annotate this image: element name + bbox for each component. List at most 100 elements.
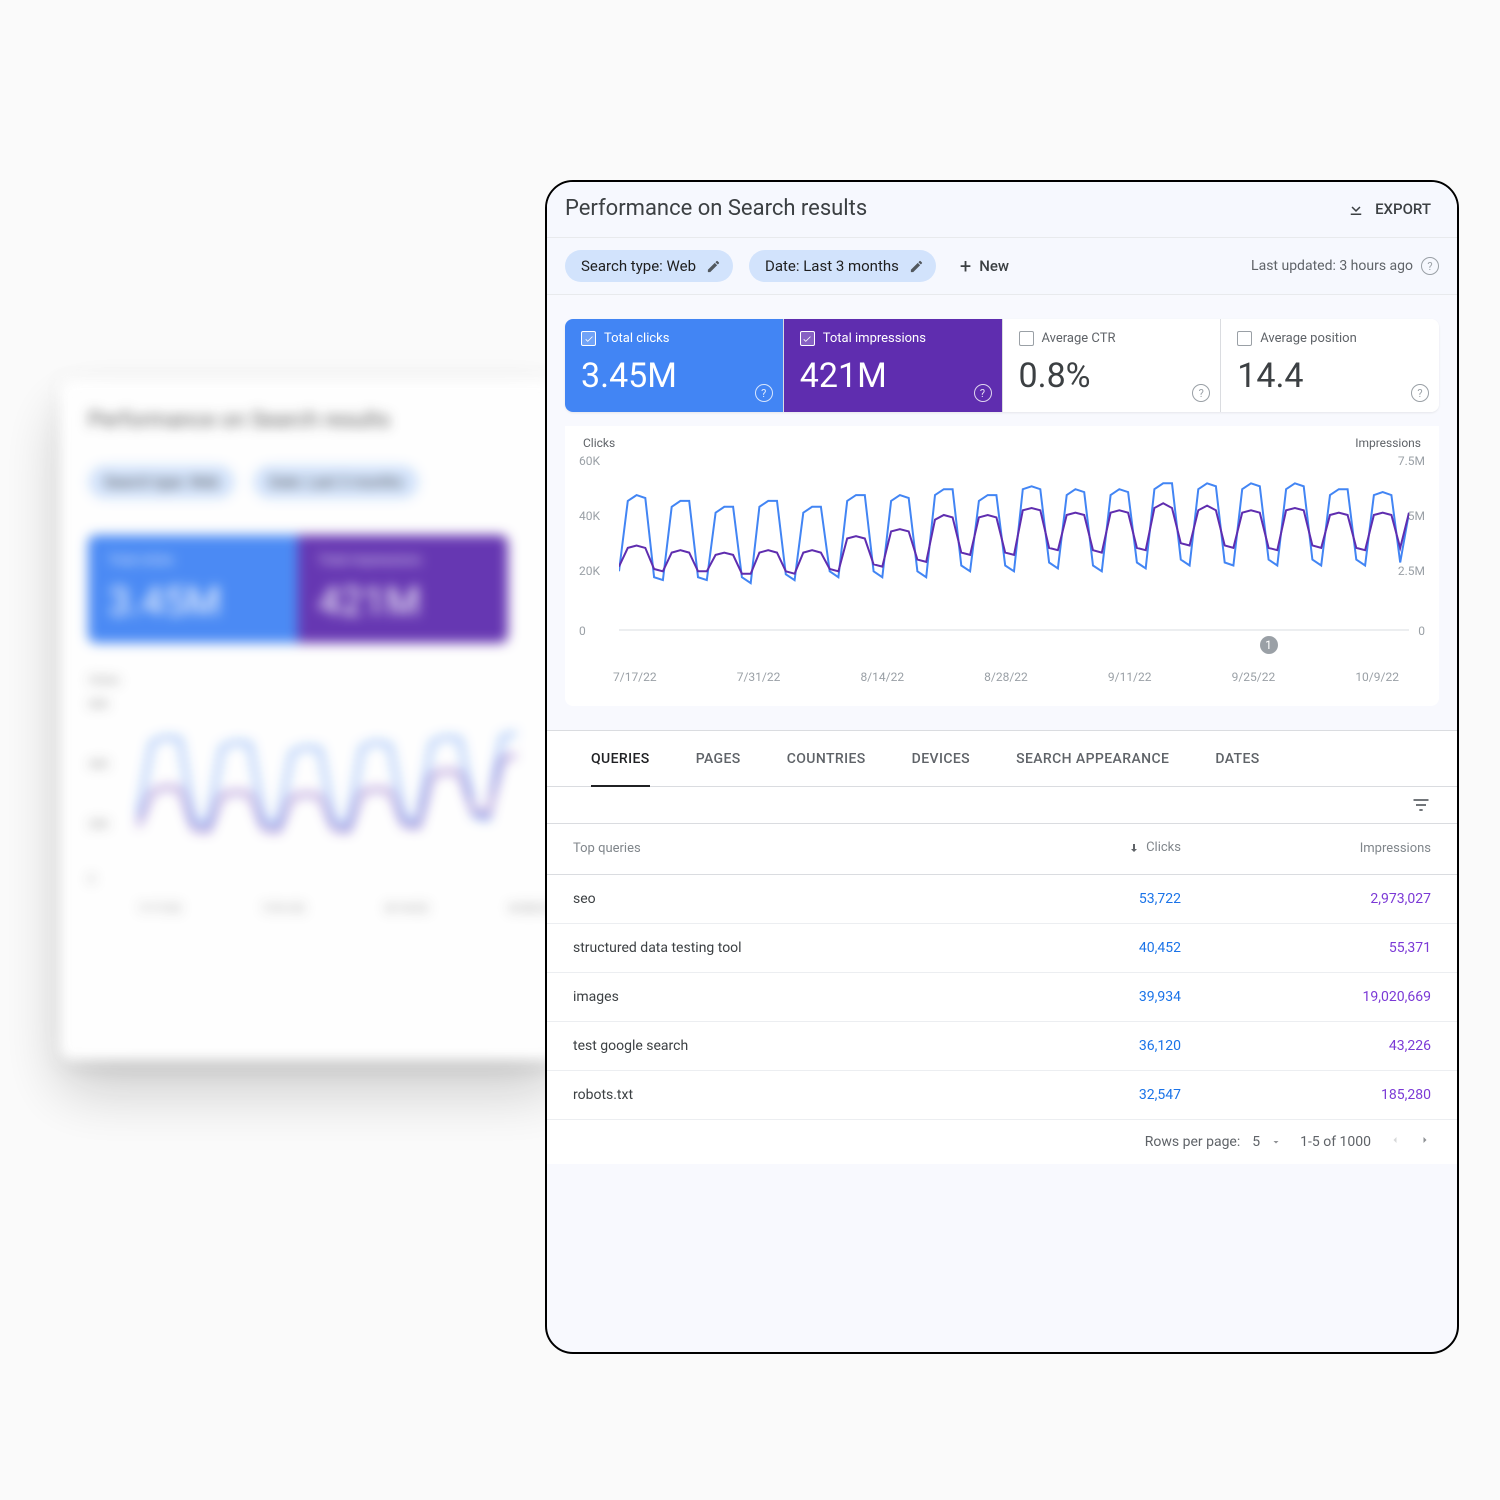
page-title: Performance on Search results <box>88 408 532 433</box>
next-page-button[interactable] <box>1419 1134 1431 1150</box>
queries-table: Top queries Clicks Impressions seo53,722… <box>547 824 1457 1120</box>
metric-total-impressions[interactable]: Total impressions 421M ? <box>784 319 1003 412</box>
chart-annotation-marker[interactable]: 1 <box>1260 636 1278 654</box>
dimension-tabs: QUERIES PAGES COUNTRIES DEVICES SEARCH A… <box>547 731 1457 787</box>
cell-query: images <box>547 972 994 1021</box>
filter-chip-date[interactable]: Date: Last 3 months <box>749 250 936 282</box>
help-icon[interactable]: ? <box>974 384 992 402</box>
cell-impressions: 55,371 <box>1207 923 1457 972</box>
metric-value: 0.8% <box>1019 356 1205 396</box>
tab-pages[interactable]: PAGES <box>696 731 741 786</box>
cell-clicks: 53,722 <box>994 874 1207 923</box>
pencil-icon <box>706 259 721 274</box>
col-top-queries[interactable]: Top queries <box>547 824 994 874</box>
cell-clicks: 36,120 <box>994 1021 1207 1070</box>
chevron-left-icon <box>1389 1134 1401 1146</box>
tab-countries[interactable]: COUNTRIES <box>787 731 866 786</box>
col-impressions[interactable]: Impressions <box>1207 824 1457 874</box>
right-axis-title: Impressions <box>1355 436 1421 450</box>
metric-label: Total impressions <box>823 331 926 346</box>
last-updated: Last updated: 3 hours ago ? <box>1251 257 1439 275</box>
page-title: Performance on Search results <box>565 196 867 221</box>
left-axis-title: Clicks <box>583 436 615 450</box>
y-tick: 0 <box>579 624 586 638</box>
cell-clicks: 32,547 <box>994 1070 1207 1119</box>
export-button[interactable]: EXPORT <box>1347 200 1431 218</box>
checkbox-icon <box>1237 331 1252 346</box>
y-tick: 0 <box>1418 624 1425 638</box>
y-tick: 40K <box>579 509 600 523</box>
table-pagination: Rows per page: 5 1-5 of 1000 <box>547 1120 1457 1164</box>
performance-card: Performance on Search results EXPORT Sea… <box>545 180 1459 1354</box>
checkbox-icon <box>1019 331 1034 346</box>
help-icon[interactable]: ? <box>1192 384 1210 402</box>
tab-search-appearance[interactable]: SEARCH APPEARANCE <box>1016 731 1169 786</box>
add-filter-label: New <box>979 257 1009 275</box>
y-tick: 20K <box>579 564 600 578</box>
help-icon[interactable]: ? <box>755 384 773 402</box>
chip-label: Date: Last 3 months <box>765 257 899 275</box>
rows-per-page-label: Rows per page: <box>1145 1134 1240 1150</box>
metric-label: Average position <box>1260 331 1357 346</box>
plus-icon: + <box>960 256 971 276</box>
metric-average-ctr[interactable]: Average CTR 0.8% ? <box>1003 319 1222 412</box>
export-label: EXPORT <box>1375 200 1431 218</box>
performance-chart: Clicks Impressions 60K 40K 20K 0 7.5M 5M… <box>565 426 1439 706</box>
tab-queries[interactable]: QUERIES <box>591 731 650 787</box>
x-tick: 9/25/22 <box>1232 670 1276 684</box>
help-icon[interactable]: ? <box>1421 257 1439 275</box>
metric-average-position[interactable]: Average position 14.4 ? <box>1221 319 1439 412</box>
metric-total-clicks[interactable]: Total clicks 3.45M ? <box>565 319 784 412</box>
checkbox-icon <box>800 331 815 346</box>
arrow-down-icon <box>1128 842 1140 854</box>
help-icon[interactable]: ? <box>1411 384 1429 402</box>
y-tick: 60K <box>579 454 600 468</box>
checkbox-icon <box>581 331 596 346</box>
cell-clicks: 40,452 <box>994 923 1207 972</box>
table-row[interactable]: robots.txt32,547185,280 <box>547 1070 1457 1119</box>
x-axis: 7/17/22 7/31/22 8/14/22 8/28/22 9/11/22 … <box>613 670 1399 684</box>
chevron-down-icon <box>1270 1136 1282 1148</box>
x-tick: 7/31/22 <box>737 670 781 684</box>
cell-impressions: 19,020,669 <box>1207 972 1457 1021</box>
pencil-icon <box>909 259 924 274</box>
cell-query: seo <box>547 874 994 923</box>
x-tick: 7/17/22 <box>613 670 657 684</box>
filter-icon[interactable] <box>1411 795 1431 815</box>
filter-chip-date: Date: Last 3 months <box>253 465 419 499</box>
tab-dates[interactable]: DATES <box>1215 731 1259 786</box>
cell-query: robots.txt <box>547 1070 994 1119</box>
x-tick: 10/9/22 <box>1355 670 1399 684</box>
filter-chip-search-type[interactable]: Search type: Web <box>565 250 733 282</box>
background-chart <box>138 697 518 887</box>
table-row[interactable]: test google search36,12043,226 <box>547 1021 1457 1070</box>
x-tick: 9/11/22 <box>1108 670 1152 684</box>
cell-clicks: 39,934 <box>994 972 1207 1021</box>
metric-cards: Total clicks 3.45M ? Total impressions 4… <box>565 319 1439 412</box>
metric-value: 14.4 <box>1237 356 1423 396</box>
chevron-right-icon <box>1419 1134 1431 1146</box>
prev-page-button[interactable] <box>1389 1134 1401 1150</box>
add-filter-button[interactable]: + New <box>960 256 1009 276</box>
cell-impressions: 2,973,027 <box>1207 874 1457 923</box>
rows-per-page-select[interactable]: 5 <box>1252 1134 1282 1150</box>
cell-query: test google search <box>547 1021 994 1070</box>
filter-chip-search-type: Search type: Web <box>88 465 235 499</box>
cell-query: structured data testing tool <box>547 923 994 972</box>
metric-value: 3.45M <box>581 356 767 396</box>
cell-impressions: 185,280 <box>1207 1070 1457 1119</box>
background-blurred-card: Performance on Search results Search typ… <box>60 380 560 1060</box>
page-range: 1-5 of 1000 <box>1300 1134 1371 1150</box>
x-tick: 8/14/22 <box>860 670 904 684</box>
x-tick: 8/28/22 <box>984 670 1028 684</box>
cell-impressions: 43,226 <box>1207 1021 1457 1070</box>
metric-label: Total clicks <box>604 331 669 346</box>
y-tick: 5M <box>1408 509 1425 523</box>
table-row[interactable]: seo53,7222,973,027 <box>547 874 1457 923</box>
col-clicks[interactable]: Clicks <box>994 824 1207 874</box>
table-row[interactable]: images39,93419,020,669 <box>547 972 1457 1021</box>
tab-devices[interactable]: DEVICES <box>912 731 970 786</box>
metric-label: Average CTR <box>1042 331 1116 346</box>
table-row[interactable]: structured data testing tool40,45255,371 <box>547 923 1457 972</box>
line-chart-svg <box>619 454 1409 644</box>
